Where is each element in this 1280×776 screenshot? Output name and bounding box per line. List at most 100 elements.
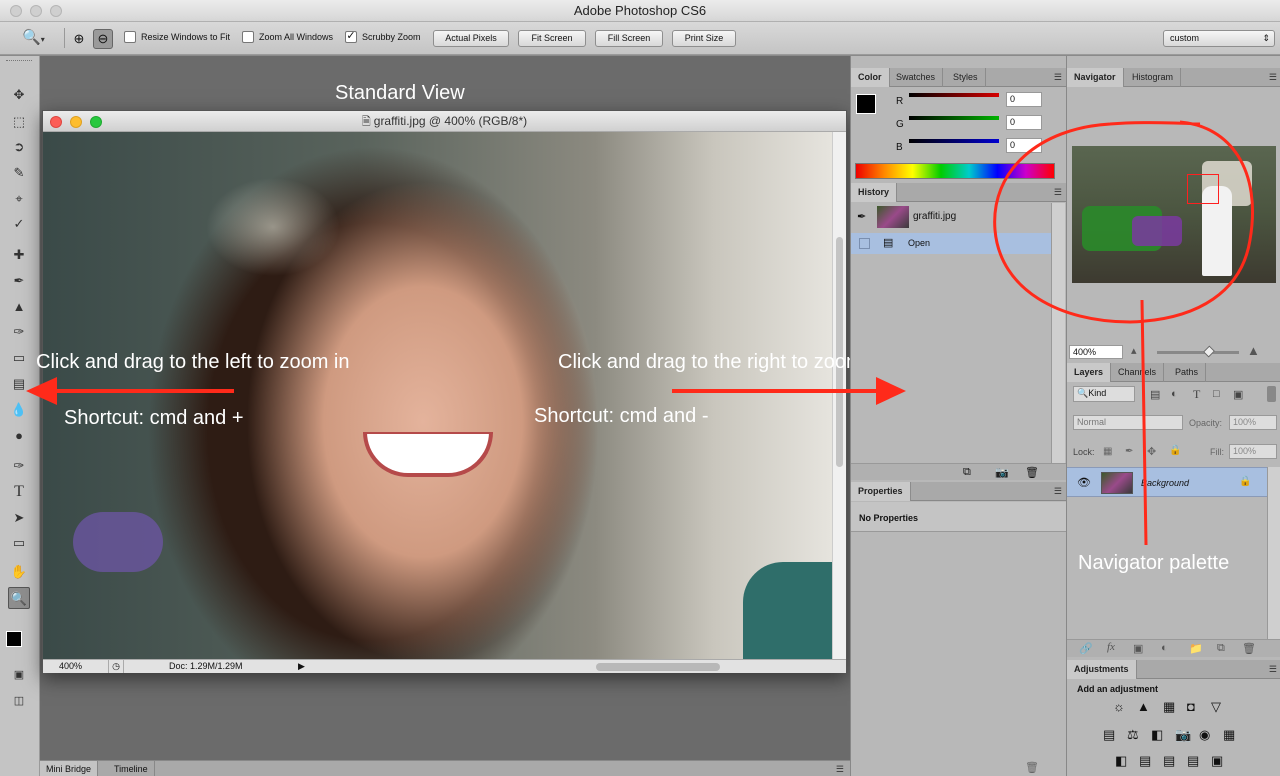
zoom-tool-icon[interactable]: 🔍	[8, 587, 30, 609]
opacity-field[interactable]: 100%	[1229, 415, 1277, 430]
threshold-icon[interactable]: ▤	[1163, 753, 1175, 769]
navigator-preview[interactable]	[1072, 146, 1276, 283]
navigator-zoom-slider-thumb[interactable]	[1202, 345, 1216, 358]
panel-menu-icon[interactable]: ☰	[1054, 72, 1062, 83]
filter-toggle[interactable]	[1267, 386, 1276, 402]
panel-menu-icon[interactable]: ☰	[1054, 187, 1062, 198]
move-tool-icon[interactable]: ✥	[8, 84, 30, 106]
tab-channels[interactable]: Channels	[1111, 363, 1165, 382]
rectangle-tool-icon[interactable]: ▭	[8, 532, 30, 554]
zoom-all-windows-checkbox[interactable]	[242, 31, 254, 43]
hue-saturation-icon[interactable]: ▤	[1103, 727, 1115, 743]
status-zoom[interactable]: 400%	[59, 660, 82, 673]
color-spectrum-ramp[interactable]	[855, 163, 1055, 179]
navigator-view-box[interactable]	[1187, 174, 1219, 204]
panel-menu-icon[interactable]: ☰	[1269, 664, 1277, 675]
document-canvas-photo[interactable]	[43, 132, 832, 659]
selective-color-icon[interactable]: ▣	[1211, 753, 1223, 769]
lasso-tool-icon[interactable]: ➲	[8, 136, 30, 158]
marquee-tool-icon[interactable]: ⬚	[8, 111, 30, 133]
history-snapshot-row[interactable]: ✒ graffiti.jpg	[851, 203, 1051, 231]
smart-object-filter-icon[interactable]: ▣	[1233, 388, 1243, 401]
brush-tool-icon[interactable]: ✒	[8, 270, 30, 292]
trash-icon[interactable]: 🗑	[1242, 642, 1256, 655]
gradient-map-icon[interactable]: ▤	[1187, 753, 1199, 769]
tab-swatches[interactable]: Swatches	[889, 68, 944, 87]
window-minimize-button[interactable]	[30, 5, 42, 17]
shape-filter-icon[interactable]: □	[1213, 388, 1220, 400]
history-brush-tool-icon[interactable]: ✑	[8, 321, 30, 343]
panel-menu-icon[interactable]: ☰	[836, 764, 844, 775]
screen-mode-icon[interactable]: ◫	[8, 690, 30, 712]
history-state-row[interactable]: ▤ Open	[851, 233, 1051, 254]
horizontal-scroll-thumb[interactable]	[596, 663, 720, 671]
history-state-checkbox[interactable]	[859, 238, 870, 249]
zoom-in-icon[interactable]: ⊕	[70, 30, 88, 48]
link-layers-icon[interactable]: 🔗	[1079, 642, 1093, 655]
status-menu-arrow-icon[interactable]: ▶	[298, 660, 305, 673]
snapshot-camera-icon[interactable]: 📷	[995, 466, 1009, 479]
curves-icon[interactable]: ▦	[1163, 699, 1175, 715]
doc-zoom-button[interactable]	[90, 116, 102, 128]
blend-mode-select[interactable]: Normal	[1073, 415, 1183, 430]
pixel-filter-icon[interactable]: ▤	[1150, 388, 1160, 401]
color-lookup-icon[interactable]: ▦	[1223, 727, 1235, 743]
window-zoom-button[interactable]	[50, 5, 62, 17]
new-layer-icon[interactable]: ⧉	[1217, 642, 1225, 655]
panel-menu-icon[interactable]: ☰	[1269, 72, 1277, 83]
layer-style-fx-icon[interactable]: fx	[1107, 641, 1115, 653]
history-scrollbar[interactable]	[1051, 203, 1065, 463]
window-close-button[interactable]	[10, 5, 22, 17]
resize-windows-checkbox[interactable]	[124, 31, 136, 43]
zoom-tool-preset-icon[interactable]: 🔍▾	[22, 28, 56, 48]
hand-tool-icon[interactable]: ✋	[8, 561, 30, 583]
type-filter-icon[interactable]: T	[1193, 387, 1200, 402]
actual-pixels-button[interactable]: Actual Pixels	[433, 30, 509, 47]
add-mask-icon[interactable]: ▣	[1133, 642, 1143, 655]
fill-screen-button[interactable]: Fill Screen	[595, 30, 663, 47]
lock-all-icon[interactable]: 🔒	[1169, 445, 1181, 456]
channel-mixer-icon[interactable]: ◉	[1199, 727, 1210, 743]
tab-layers[interactable]: Layers	[1067, 363, 1112, 382]
print-size-button[interactable]: Print Size	[672, 30, 736, 47]
b-slider[interactable]	[909, 139, 999, 143]
lock-transparent-icon[interactable]: ▦	[1103, 446, 1112, 457]
zoom-out-mountain-icon[interactable]: ▴	[1131, 344, 1137, 357]
adjustment-filter-icon[interactable]: ◐	[1171, 388, 1178, 400]
quick-mask-icon[interactable]: ▣	[8, 664, 30, 686]
tab-styles[interactable]: Styles	[946, 68, 986, 87]
posterize-icon[interactable]: ▤	[1139, 753, 1151, 769]
g-slider[interactable]	[909, 116, 999, 120]
crop-tool-icon[interactable]: ⌖	[8, 188, 30, 210]
exposure-icon[interactable]: ◘	[1187, 699, 1195, 714]
dodge-tool-icon[interactable]: ●	[8, 425, 30, 447]
photo-filter-icon[interactable]: 📷	[1175, 727, 1191, 743]
clone-stamp-tool-icon[interactable]: ▲	[8, 296, 30, 318]
visibility-eye-icon[interactable]: 👁	[1077, 476, 1091, 489]
zoom-in-mountain-icon[interactable]: ▲	[1247, 343, 1260, 358]
new-adjustment-layer-icon[interactable]: ◐	[1161, 642, 1168, 654]
r-value-field[interactable]: 0	[1006, 92, 1042, 107]
vertical-scrollbar[interactable]	[832, 132, 846, 659]
new-document-from-state-icon[interactable]: ⧉	[963, 466, 971, 479]
lock-image-icon[interactable]: ✒	[1125, 446, 1133, 457]
tab-navigator[interactable]: Navigator	[1067, 68, 1124, 87]
panel-menu-icon[interactable]: ☰	[1054, 486, 1062, 497]
g-value-field[interactable]: 0	[1006, 115, 1042, 130]
tab-properties[interactable]: Properties	[851, 482, 911, 501]
healing-brush-tool-icon[interactable]: ✚	[8, 244, 30, 266]
color-balance-icon[interactable]: ⚖	[1127, 727, 1139, 743]
brightness-contrast-icon[interactable]: ☼	[1113, 699, 1125, 714]
invert-icon[interactable]: ◧	[1115, 753, 1127, 769]
fit-screen-button[interactable]: Fit Screen	[518, 30, 586, 47]
tab-paths[interactable]: Paths	[1168, 363, 1207, 382]
b-value-field[interactable]: 0	[1006, 138, 1042, 153]
tab-color[interactable]: Color	[851, 68, 890, 87]
lock-position-icon[interactable]: ✥	[1147, 445, 1156, 458]
color-foreground-swatch[interactable]	[856, 94, 876, 114]
blur-tool-icon[interactable]: 💧	[8, 399, 30, 421]
tab-history[interactable]: History	[851, 183, 898, 202]
pen-tool-icon[interactable]: ✑	[8, 455, 30, 477]
fill-field[interactable]: 100%	[1229, 444, 1277, 459]
black-white-icon[interactable]: ◧	[1151, 727, 1163, 743]
